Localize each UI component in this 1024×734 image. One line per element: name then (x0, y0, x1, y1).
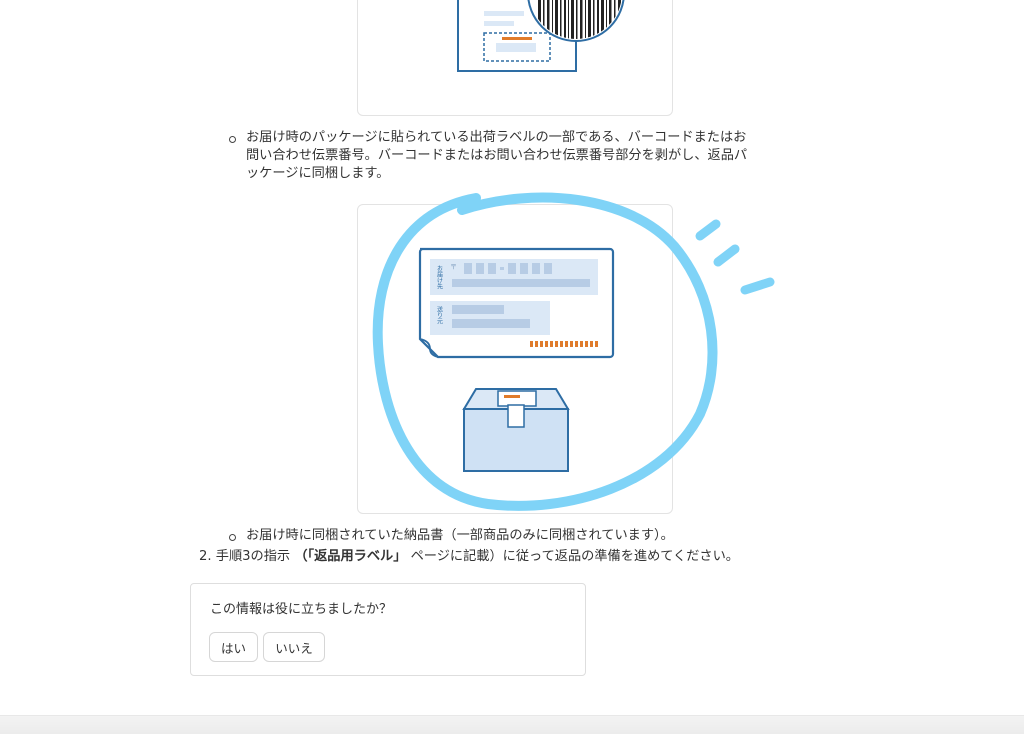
barcode-label-description: お届け時のパッケージに貼られている出荷ラベルの一部である、バーコードまたはお 問… (246, 129, 780, 183)
feedback-yes-button[interactable]: はい (209, 632, 258, 662)
step-suffix: ページに記載）に従って返品の準備を進めてください。 (410, 549, 739, 564)
description-line: 問い合わせ伝票番号。バーコードまたはお問い合わせ伝票番号部分を剥がし、返品パ (246, 148, 748, 163)
bullet-marker (229, 534, 236, 541)
emphasis-stroke (695, 219, 721, 241)
barcode-label-figure (357, 0, 673, 116)
step-2-instruction: 2. 手順3の指示 （「返品用ラベル」 ページに記載）に従って返品の準備を進めて… (199, 548, 799, 566)
step-prefix: 手順3の指示 (215, 549, 291, 564)
description-line: ッケージに同梱します。 (246, 166, 390, 181)
invoice-figure: お届け先 送り元 〒 (357, 204, 673, 514)
postal-mark: 〒 (450, 263, 457, 271)
shipping-label-box-illustration: お届け先 送り元 〒 (418, 247, 615, 472)
feedback-widget: この情報は役に立ちましたか？ はい いいえ (190, 583, 586, 676)
sender-label: 送り元 (436, 305, 443, 325)
page-footer (0, 715, 1024, 734)
bullet-marker (229, 136, 236, 143)
step-number: 2. (199, 549, 212, 564)
description-line: お届け時のパッケージに貼られている出荷ラベルの一部である、バーコードまたはお (246, 130, 747, 145)
barcode-label-illustration (457, 0, 625, 72)
recipient-label: お届け先 (436, 265, 443, 290)
feedback-no-button[interactable]: いいえ (263, 632, 325, 662)
feedback-question: この情報は役に立ちましたか？ (210, 602, 393, 617)
invoice-description: お届け時に同梱されていた納品書（一部商品のみに同梱されています）。 (246, 528, 674, 543)
emphasis-stroke (740, 277, 775, 295)
return-label-link-text: （「返品用ラベル」 (294, 549, 407, 564)
emphasis-stroke (713, 244, 740, 267)
